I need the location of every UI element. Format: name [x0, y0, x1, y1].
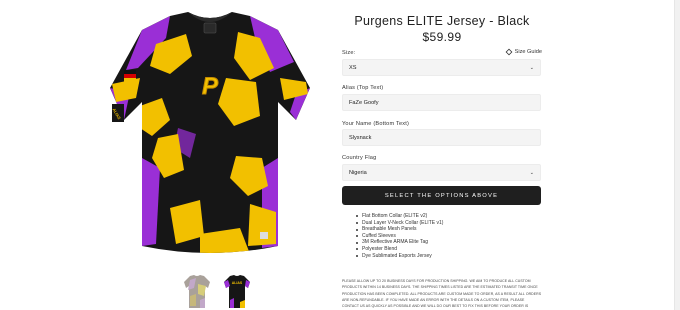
product-options-panel: Purgens ELITE Jersey - Black $59.99 Size… [342, 0, 542, 310]
feature-list: Flat Bottom Collar (ELITE v2) Dual Layer… [356, 213, 443, 259]
svg-text:ALIAS: ALIAS [232, 281, 243, 285]
product-price: $59.99 [422, 30, 462, 44]
list-item: Breathable Mesh Panels [356, 226, 443, 233]
list-item: 3M Reflective ARMA Elite Tag [356, 239, 443, 246]
list-item: Dual Layer V-Neck Collar (ELITE v1) [356, 220, 443, 227]
product-title: Purgens ELITE Jersey - Black [354, 14, 530, 28]
chevron-down-icon: ⌄ [529, 64, 534, 71]
page-scrollbar[interactable] [674, 0, 680, 310]
add-to-cart-button[interactable]: SELECT THE OPTIONS ABOVE [342, 186, 541, 205]
thumbnail-back[interactable] [182, 274, 212, 310]
ruler-icon [505, 48, 513, 56]
country-select[interactable]: Nigeria ⌄ [342, 164, 541, 181]
name-input-value: Slysnack [349, 134, 372, 141]
size-guide-label: Size Guide [514, 49, 542, 55]
name-input[interactable]: Slysnack [342, 129, 541, 146]
size-guide-link[interactable]: Size Guide [505, 48, 542, 56]
alias-input[interactable]: FaZe Goofy [342, 94, 541, 111]
chevron-down-icon: ⌄ [529, 169, 534, 176]
list-item: Cuffed Sleeves [356, 233, 443, 240]
alias-label: Alias (Top Text) [342, 85, 384, 91]
list-item: Polyester Blend [356, 246, 443, 253]
list-item: Dye Sublimated Esports Jersey [356, 253, 443, 260]
svg-text:P: P [202, 73, 219, 100]
shipping-notice: Please allow up to 20 business days for … [342, 279, 542, 309]
size-select-value: XS [349, 64, 357, 71]
size-select[interactable]: XS ⌄ [342, 59, 541, 76]
size-label: Size: [342, 50, 356, 56]
product-gallery: P ALIAS ALIAS [100, 8, 320, 310]
country-select-value: Nigeria [349, 169, 367, 176]
main-product-image[interactable]: P ALIAS [100, 8, 320, 263]
alias-input-value: FaZe Goofy [349, 99, 379, 106]
jersey-front-image: P ALIAS [110, 12, 310, 253]
country-label: Country Flag [342, 155, 377, 161]
thumbnail-front[interactable]: ALIAS [222, 274, 252, 310]
thumbnail-strip: ALIAS [182, 274, 252, 310]
list-item: Flat Bottom Collar (ELITE v2) [356, 213, 443, 220]
name-label: Your Name (Bottom Text) [342, 121, 410, 127]
